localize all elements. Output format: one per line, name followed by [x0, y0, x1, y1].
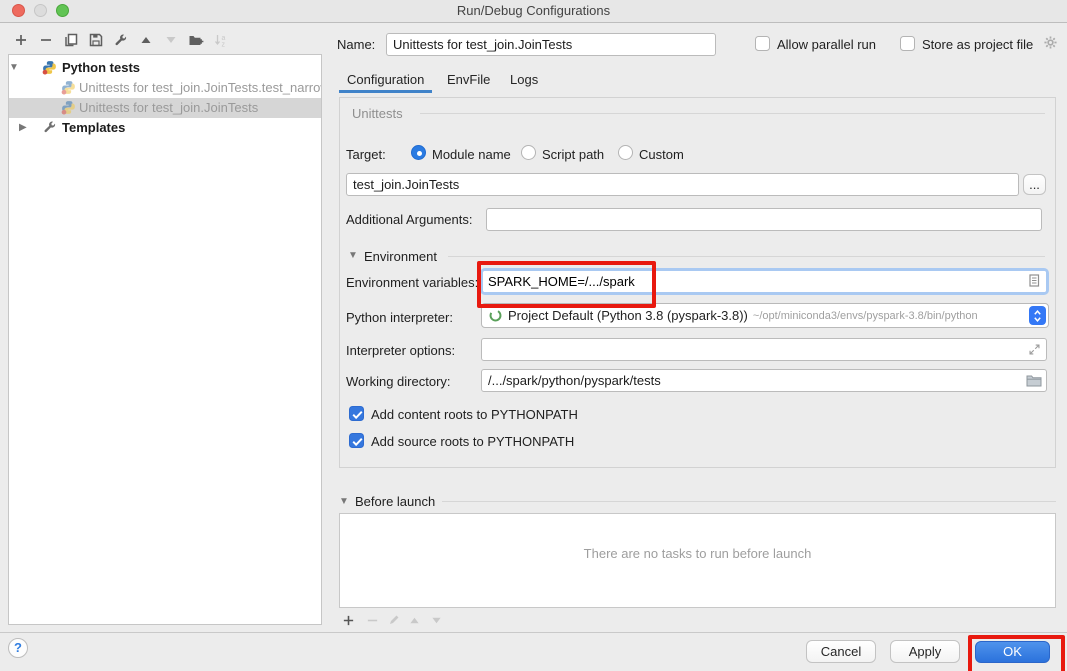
- svg-text:z: z: [222, 42, 226, 48]
- name-label: Name:: [337, 37, 375, 52]
- run-debug-configurations-dialog: Run/Debug Configurations az ▼ .: [0, 0, 1067, 671]
- new-folder-icon[interactable]: [187, 31, 205, 49]
- additional-arguments-input[interactable]: [486, 208, 1042, 231]
- edit-icon: [385, 611, 403, 629]
- store-as-project-file-label: Store as project file: [922, 37, 1033, 52]
- python-interpreter-dropdown[interactable]: Project Default (Python 3.8 (pyspark-3.8…: [481, 303, 1049, 328]
- allow-parallel-run-checkbox[interactable]: [755, 36, 770, 51]
- python-interpreter-path: ~/opt/miniconda3/envs/pyspark-3.8/bin/py…: [753, 310, 978, 322]
- group-header-unittests: Unittests: [352, 106, 403, 121]
- environment-section-header[interactable]: Environment: [364, 249, 437, 264]
- move-down-icon: [162, 31, 180, 49]
- move-up-icon: [405, 611, 423, 629]
- add-content-roots-label: Add content roots to PYTHONPATH: [371, 407, 578, 422]
- environment-variables-field: [480, 268, 1049, 295]
- add-content-roots-checkbox[interactable]: [349, 406, 364, 421]
- save-icon[interactable]: [87, 31, 105, 49]
- working-directory-input[interactable]: [481, 369, 1047, 392]
- configurations-tree: ▼ . Python tests Unittests for test_join…: [8, 54, 322, 625]
- tab-envfile[interactable]: EnvFile: [447, 72, 490, 87]
- tab-configuration[interactable]: Configuration: [347, 72, 424, 87]
- tree-item-label[interactable]: Python tests: [62, 60, 140, 75]
- gear-icon[interactable]: [1042, 34, 1059, 54]
- before-launch-line: [442, 501, 1056, 502]
- ok-button[interactable]: OK: [975, 641, 1050, 663]
- interpreter-options-input[interactable]: [481, 338, 1047, 361]
- move-up-icon[interactable]: [137, 31, 155, 49]
- show-env-vars-dialog-icon[interactable]: [1027, 273, 1041, 290]
- radio-custom[interactable]: [618, 145, 633, 160]
- tree-item-unittests-jointests-selected[interactable]: Unittests for test_join.JoinTests: [9, 98, 321, 118]
- remove-icon[interactable]: [37, 31, 55, 49]
- window-title: Run/Debug Configurations: [0, 0, 1067, 22]
- tree-toolbar: az: [0, 31, 330, 51]
- chevron-right-icon[interactable]: ▶: [19, 122, 27, 133]
- copy-icon[interactable]: [62, 31, 80, 49]
- group-header-line: [420, 113, 1045, 114]
- browse-button[interactable]: ...: [1023, 174, 1046, 195]
- templates-wrench-icon: [43, 120, 57, 137]
- radio-custom-label[interactable]: Custom: [639, 147, 684, 162]
- cancel-button[interactable]: Cancel: [806, 640, 876, 663]
- tree-item-label[interactable]: Unittests for test_join.JoinTests: [79, 100, 258, 115]
- before-launch-header[interactable]: Before launch: [355, 494, 435, 509]
- python-tests-icon: [61, 100, 76, 118]
- name-input[interactable]: [386, 33, 716, 56]
- before-launch-task-list: There are no tasks to run before launch: [339, 513, 1056, 608]
- radio-module-name[interactable]: [411, 145, 426, 160]
- allow-parallel-run-label: Allow parallel run: [777, 37, 876, 52]
- radio-script-path-label[interactable]: Script path: [542, 147, 604, 162]
- python-tests-icon: [42, 60, 57, 78]
- tree-item-python-tests[interactable]: ▼ . Python tests: [9, 58, 321, 78]
- python-tests-icon: [61, 80, 76, 98]
- tree-item-unittests-narrow[interactable]: Unittests for test_join.JoinTests.test_n…: [9, 78, 321, 98]
- active-tab-underline: [339, 90, 432, 93]
- python-interpreter-label: Python interpreter:: [346, 310, 453, 325]
- title-bar: Run/Debug Configurations: [0, 0, 1067, 23]
- radio-script-path[interactable]: [521, 145, 536, 160]
- help-button[interactable]: ?: [8, 638, 28, 658]
- add-icon[interactable]: [339, 611, 357, 629]
- move-down-icon: [427, 611, 445, 629]
- working-directory-label: Working directory:: [346, 374, 451, 389]
- chevron-down-icon[interactable]: ▼: [348, 250, 358, 261]
- before-launch-empty-message: There are no tasks to run before launch: [340, 546, 1055, 561]
- tree-item-label[interactable]: Templates: [62, 120, 125, 135]
- sort-alphabetically-icon: az: [212, 31, 230, 49]
- conda-interpreter-icon: [488, 308, 503, 323]
- interpreter-options-label: Interpreter options:: [346, 343, 455, 358]
- python-interpreter-value: Project Default (Python 3.8 (pyspark-3.8…: [508, 308, 748, 323]
- chevron-up-down-icon[interactable]: [1029, 306, 1046, 325]
- add-source-roots-label: Add source roots to PYTHONPATH: [371, 434, 574, 449]
- store-as-project-file-checkbox[interactable]: [900, 36, 915, 51]
- add-source-roots-checkbox[interactable]: [349, 433, 364, 448]
- tab-logs[interactable]: Logs: [510, 72, 538, 87]
- apply-button[interactable]: Apply: [890, 640, 960, 663]
- footer-separator: [0, 632, 1067, 633]
- add-icon[interactable]: [12, 31, 30, 49]
- environment-variables-label: Environment variables:: [346, 275, 478, 290]
- folder-icon[interactable]: [1026, 374, 1042, 390]
- environment-section-line: [448, 256, 1045, 257]
- before-launch-toolbar: [339, 611, 539, 629]
- expand-field-icon[interactable]: [1028, 343, 1041, 359]
- remove-icon: [363, 611, 381, 629]
- chevron-down-icon[interactable]: ▼: [9, 62, 19, 73]
- radio-module-name-label[interactable]: Module name: [432, 147, 511, 162]
- edit-templates-icon[interactable]: [112, 31, 130, 49]
- tree-item-label[interactable]: Unittests for test_join.JoinTests.test_n…: [79, 80, 321, 95]
- module-name-input[interactable]: [346, 173, 1019, 196]
- chevron-down-icon[interactable]: ▼: [339, 496, 349, 507]
- environment-variables-input[interactable]: [483, 271, 1046, 292]
- target-label: Target:: [346, 147, 386, 162]
- tree-item-templates[interactable]: ▶ Templates: [9, 118, 321, 138]
- additional-arguments-label: Additional Arguments:: [346, 212, 472, 227]
- configuration-panel: Unittests Target: Module name Script pat…: [339, 97, 1056, 468]
